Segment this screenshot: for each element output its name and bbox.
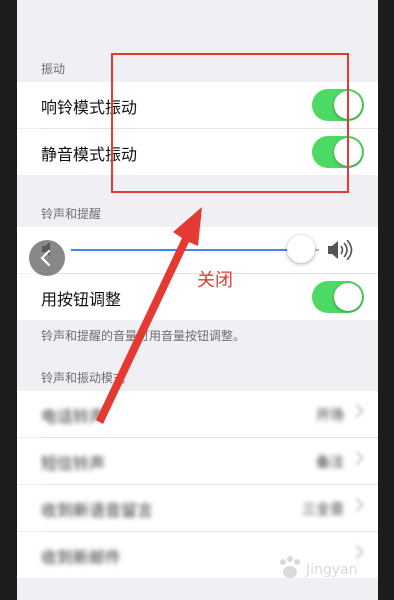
voicemail-row[interactable]: 收到新语音留言 三全音 — [17, 485, 378, 531]
chevron-right-icon — [349, 403, 365, 419]
annotation-label: 关闭 — [197, 270, 233, 291]
ringtone-value: 开场 — [316, 408, 344, 424]
new-mail-label: 收到新邮件 — [41, 548, 122, 567]
volume-footer-note: 铃声和提醒的音量可用音量按钮调整。 — [41, 329, 246, 343]
section-header-patterns: 铃声和振动模式 — [41, 371, 126, 385]
volume-slider-fill — [71, 249, 303, 251]
watermark-text: Jingyan — [306, 562, 358, 578]
change-with-buttons-label: 用按钮调整 — [41, 290, 122, 309]
chevron-right-icon — [349, 450, 365, 466]
ringtone-row[interactable]: 电话铃声 开场 — [17, 391, 378, 437]
text-tone-row[interactable]: 短信铃声 备注 — [17, 438, 378, 484]
paw-logo-icon — [280, 556, 300, 578]
change-with-buttons-switch[interactable] — [312, 281, 364, 313]
annotation-highlight-box — [111, 53, 349, 193]
volume-slider-thumb[interactable] — [287, 235, 315, 263]
switch-knob — [334, 283, 362, 311]
section-header-ringtones: 铃声和提醒 — [41, 207, 102, 221]
section-header-vibration: 振动 — [41, 62, 66, 76]
ringtone-label: 电话铃声 — [41, 407, 106, 426]
voicemail-value: 三全音 — [302, 502, 344, 518]
chevron-right-icon — [349, 497, 365, 513]
back-button[interactable] — [29, 240, 65, 276]
text-tone-label: 短信铃声 — [41, 454, 106, 473]
watermark: Jingyan — [276, 548, 372, 588]
text-tone-value: 备注 — [316, 455, 344, 471]
speaker-high-icon — [327, 239, 353, 264]
voicemail-label: 收到新语音留言 — [41, 501, 154, 520]
